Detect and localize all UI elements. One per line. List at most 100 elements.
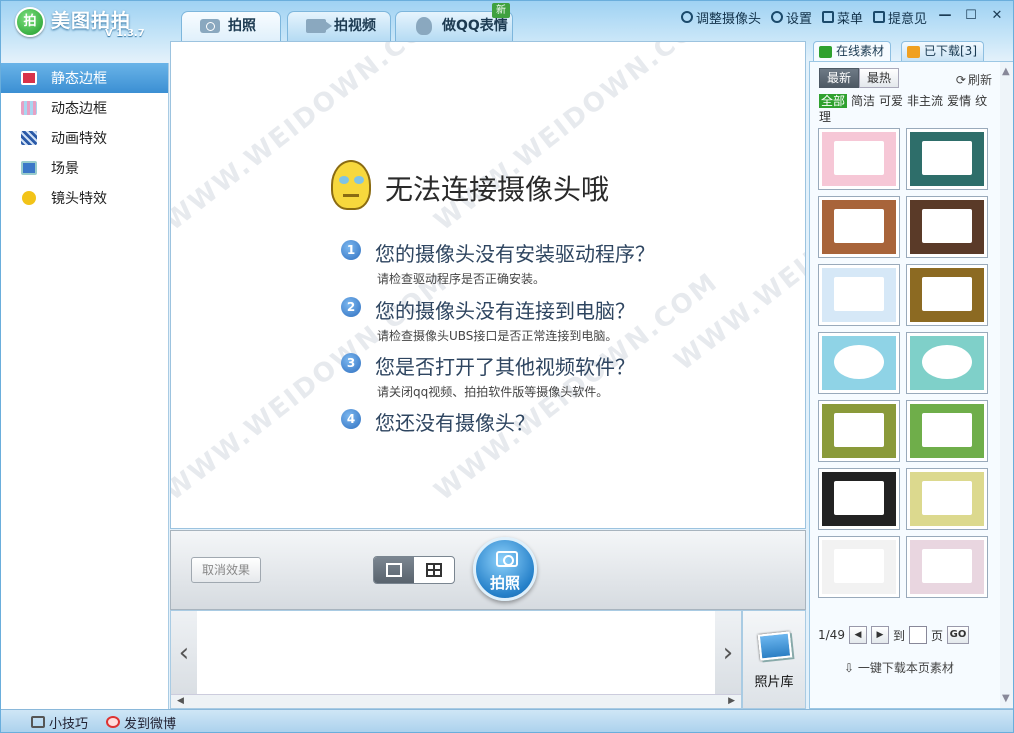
download-page-button[interactable]: ⇩ 一键下载本页素材 <box>844 659 954 676</box>
weibo-icon <box>106 716 121 728</box>
frame-thumbnail[interactable] <box>818 468 900 530</box>
issue-hint: 请检查驱动程序是否正确安装。 <box>377 272 546 286</box>
nav-lens-effect[interactable]: 镜头特效 <box>1 183 168 213</box>
adjust-camera-button[interactable]: 调整摄像头 <box>680 8 761 27</box>
menu-button[interactable]: 菜单 <box>821 8 863 27</box>
feedback-button[interactable]: 提意见 <box>872 8 927 27</box>
category-cute[interactable]: 可爱 <box>879 94 903 108</box>
shutter-button[interactable]: 拍照 <box>473 537 537 601</box>
frame-thumbnail[interactable] <box>818 536 900 598</box>
status-bar: 小技巧 发到微博 <box>1 709 1013 732</box>
tab-photo[interactable]: 拍照 <box>181 11 281 41</box>
new-icon <box>819 46 832 58</box>
settings-button[interactable]: 设置 <box>770 8 812 27</box>
issue-number: 3 <box>341 353 361 373</box>
frame-thumbnail[interactable] <box>818 196 900 258</box>
scroll-left-icon[interactable]: ◀ <box>177 696 184 706</box>
filmstrip-prev-button[interactable]: ‹ <box>171 611 197 695</box>
scroll-right-icon[interactable]: ▶ <box>728 696 735 706</box>
nav-dynamic-frame[interactable]: 动态边框 <box>1 93 168 123</box>
frame-preview <box>822 540 896 594</box>
issue-number: 4 <box>341 409 361 429</box>
category-simple[interactable]: 简洁 <box>851 94 875 108</box>
sad-face-icon <box>331 160 371 210</box>
refresh-button[interactable]: ⟳ 刷新 <box>956 71 992 88</box>
sort-newest[interactable]: 最新 <box>819 68 859 88</box>
tab-photo-label: 拍照 <box>228 18 256 34</box>
issue-question: 您是否打开了其他视频软件？ <box>375 355 635 379</box>
grid-frame-button[interactable] <box>414 557 454 583</box>
category-alternative[interactable]: 非主流 <box>907 94 943 108</box>
camera-icon <box>200 19 220 33</box>
frame-preview <box>822 404 896 458</box>
category-all[interactable]: 全部 <box>819 94 848 108</box>
scroll-down-icon[interactable]: ▼ <box>1002 693 1010 704</box>
frame-preview <box>822 336 896 390</box>
frame-thumbnail-grid <box>818 128 990 598</box>
smiley-icon <box>22 191 36 205</box>
frame-thumbnail[interactable] <box>906 536 988 598</box>
watermark: WWW.WEIDOWN.COM <box>668 137 806 377</box>
scroll-up-icon[interactable]: ▲ <box>1002 66 1010 77</box>
tab-video[interactable]: 拍视频 <box>287 11 391 41</box>
tab-online-materials[interactable]: 在线素材 <box>813 41 892 61</box>
error-title: 无法连接摄像头哦 <box>385 173 610 206</box>
filmstrip-scrollbar[interactable]: ◀ ▶ <box>171 694 741 708</box>
top-toolbar: 调整摄像头 设置 菜单 提意见 — ☐ ✕ <box>680 7 1005 27</box>
frame-preview <box>910 540 984 594</box>
adjust-camera-label: 调整摄像头 <box>695 11 761 27</box>
category-filter: 全部 简洁 可爱 非主流 爱情 纹理 <box>819 93 991 125</box>
gear-icon <box>770 11 783 23</box>
photo-gallery-label: 照片库 <box>754 675 794 690</box>
frame-thumbnail[interactable] <box>906 128 988 190</box>
goto-label: 到 <box>892 628 905 643</box>
photo-gallery-button[interactable]: 照片库 <box>742 610 806 709</box>
tips-button[interactable]: 小技巧 <box>31 713 88 732</box>
filmstrip-next-button[interactable]: › <box>715 611 741 695</box>
frame-preview <box>910 268 984 322</box>
frame-thumbnail[interactable] <box>906 196 988 258</box>
photo-filmstrip: ‹ › ◀ ▶ <box>170 610 742 709</box>
share-weibo-button[interactable]: 发到微博 <box>106 713 176 732</box>
refresh-label: 刷新 <box>967 73 992 87</box>
page-number-input[interactable] <box>908 626 927 644</box>
sort-hottest[interactable]: 最热 <box>859 68 899 88</box>
frame-thumbnail[interactable] <box>906 332 988 394</box>
frame-thumbnail[interactable] <box>906 264 988 326</box>
tab-downloaded[interactable]: 已下载[3] <box>901 41 984 61</box>
close-button[interactable]: ✕ <box>989 9 1005 25</box>
single-frame-icon <box>386 563 402 577</box>
frame-thumbnail[interactable] <box>818 332 900 394</box>
left-nav: 静态边框 动态边框 动画特效 场景 镜头特效 <box>1 63 169 709</box>
frame-thumbnail[interactable] <box>906 468 988 530</box>
frame-thumbnail[interactable] <box>906 400 988 462</box>
next-page-button[interactable]: ▶ <box>870 626 889 644</box>
nav-scene[interactable]: 场景 <box>1 153 168 183</box>
material-scrollbar[interactable]: ▲ ▼ <box>1000 62 1013 708</box>
capture-controls: 取消效果 拍照 <box>170 530 806 610</box>
frame-preview <box>910 404 984 458</box>
frame-thumbnail[interactable] <box>818 400 900 462</box>
pager: 1/49 ◀ ▶ 到 页 GO <box>818 625 994 645</box>
maximize-button[interactable]: ☐ <box>963 9 979 25</box>
share-weibo-label: 发到微博 <box>124 716 177 732</box>
frame-preview <box>822 200 896 254</box>
minimize-button[interactable]: — <box>937 9 953 25</box>
frame-preview <box>910 336 984 390</box>
nav-animation-effect[interactable]: 动画特效 <box>1 123 168 153</box>
feedback-label: 提意见 <box>887 11 927 27</box>
nav-label: 场景 <box>51 161 79 177</box>
nav-static-frame[interactable]: 静态边框 <box>1 63 168 93</box>
category-love[interactable]: 爱情 <box>947 94 971 108</box>
static-frame-icon <box>21 71 37 85</box>
prev-page-button[interactable]: ◀ <box>848 626 867 644</box>
cancel-effect-button[interactable]: 取消效果 <box>191 557 261 583</box>
nav-label: 静态边框 <box>51 71 107 87</box>
nav-label: 镜头特效 <box>51 191 107 207</box>
nav-label: 动态边框 <box>51 101 107 117</box>
frame-thumbnail[interactable] <box>818 264 900 326</box>
frame-thumbnail[interactable] <box>818 128 900 190</box>
go-button[interactable]: GO <box>946 626 969 644</box>
tab-video-label: 拍视频 <box>334 18 376 34</box>
single-frame-button[interactable] <box>374 557 414 583</box>
